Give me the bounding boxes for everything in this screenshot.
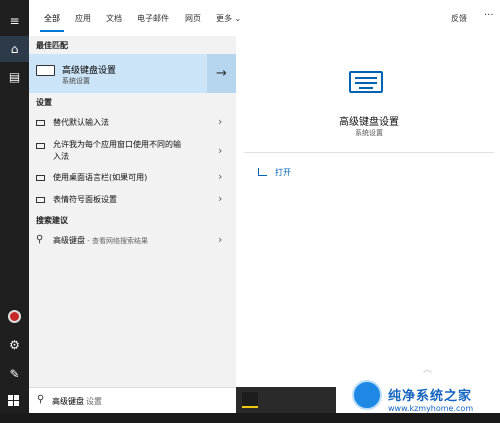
settings-item-label: 替代默认输入法 (53, 118, 109, 127)
chevron-down-icon: ⌄ (234, 14, 242, 23)
documents-icon[interactable]: ▤ (0, 64, 29, 90)
tab-more[interactable]: 更多 ⌄ (216, 13, 241, 24)
chevron-right-icon: › (218, 192, 223, 205)
settings-item-label-line2: 入法 (53, 152, 69, 161)
keyboard-icon-large (349, 71, 383, 93)
windows-start-icon[interactable] (8, 395, 20, 407)
file-explorer-icon[interactable] (242, 392, 258, 408)
open-button[interactable]: 打开 (275, 167, 291, 178)
settings-item-label: 使用桌面语言栏(如果可用) (53, 173, 148, 182)
web-query: 高级键盘 - 查看网络搜索结果 (53, 235, 148, 247)
avatar[interactable] (0, 303, 29, 329)
collapse-chevron-icon: ︿ (423, 365, 433, 375)
search-completion: 设置 (86, 397, 102, 406)
section-web-suggestions: 搜索建议 (36, 216, 68, 225)
active-tab-indicator (40, 30, 64, 32)
taskbar (0, 413, 500, 423)
tab-email[interactable]: 电子邮件 (137, 13, 169, 24)
chevron-right-icon: › (218, 115, 223, 128)
keyboard-icon (36, 120, 45, 126)
chevron-right-icon: › (218, 170, 223, 183)
watermark-logo (352, 380, 382, 410)
arrow-right-icon: → (216, 66, 227, 81)
preview-title: 高级键盘设置 (339, 117, 399, 128)
preview-subtitle: 系统设置 (355, 129, 383, 137)
divider (244, 152, 494, 153)
home-icon[interactable]: ⌂ (0, 36, 29, 62)
tab-all[interactable]: 全部 (44, 13, 60, 24)
expand-arrow-button[interactable]: → (207, 54, 236, 93)
watermark-text: 纯净系统之家 (388, 389, 473, 404)
settings-gear-icon[interactable]: ⚙ (0, 332, 29, 358)
web-search-item[interactable]: ⚲ 高级键盘 - 查看网络搜索结果 › (29, 230, 236, 254)
search-icon: ⚲ (37, 394, 45, 405)
feedback-link[interactable]: 反馈 (451, 13, 467, 24)
settings-item-language-bar[interactable]: 使用桌面语言栏(如果可用) › (29, 167, 236, 191)
watermark-url: www.kzmyhome.com (388, 404, 474, 413)
web-query-text: 高级键盘 (53, 236, 85, 245)
section-best-match: 最佳匹配 (36, 41, 68, 50)
open-icon (258, 168, 267, 176)
tab-more-label: 更多 (216, 14, 232, 23)
tab-apps[interactable]: 应用 (75, 13, 91, 24)
section-settings: 设置 (36, 98, 52, 107)
tab-web[interactable]: 网页 (185, 13, 201, 24)
search-icon: ⚲ (36, 234, 44, 245)
filter-tabs (29, 0, 500, 36)
best-match-title: 高级键盘设置 (62, 66, 117, 76)
keyboard-icon (36, 143, 45, 149)
tab-documents[interactable]: 文档 (106, 13, 122, 24)
keyboard-icon (36, 197, 45, 203)
settings-item-label: 表情符号面板设置 (53, 195, 117, 204)
web-hint: - 查看网络搜索结果 (85, 237, 148, 245)
search-input[interactable]: 高级键盘 (52, 396, 84, 407)
start-rail: ≡ ⌂ ▤ ⚙ ✎ (0, 0, 29, 423)
settings-item-label-line1: 允许我为每个应用窗口使用不同的输 (53, 140, 181, 149)
settings-item-default-input[interactable]: 替代默认输入法 › (29, 112, 236, 136)
settings-item-emoji-panel[interactable]: 表情符号面板设置 › (29, 189, 236, 213)
hamburger-menu-icon[interactable]: ≡ (0, 8, 29, 34)
best-match-item[interactable] (29, 54, 236, 93)
keyboard-icon (36, 65, 55, 76)
chevron-right-icon: › (218, 233, 223, 246)
best-match-subtitle: 系统设置 (62, 77, 90, 85)
keyboard-icon (36, 175, 45, 181)
feedback-hub-icon[interactable]: ✎ (0, 361, 29, 387)
chevron-right-icon: › (218, 144, 223, 157)
more-options-button[interactable]: ··· (484, 10, 494, 21)
settings-item-per-app-input[interactable]: 允许我为每个应用窗口使用不同的输 入法 › (29, 137, 236, 167)
